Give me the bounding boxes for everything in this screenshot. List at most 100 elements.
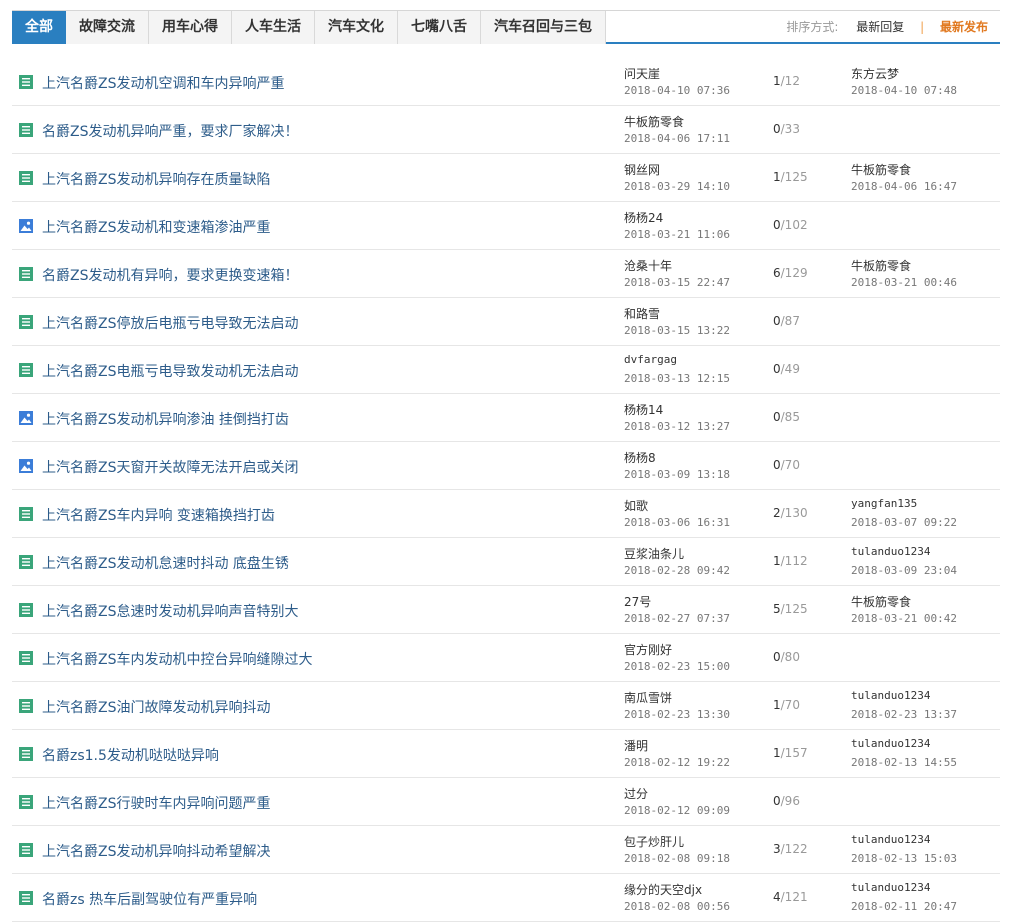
topic-title-link[interactable]: 上汽名爵ZS停放后电瓶亏电导致无法启动 xyxy=(42,313,298,333)
reply-count: 0 xyxy=(773,122,781,136)
topic-row: 名爵ZS发动机异响严重，要求厂家解决！ 牛板筋零食 2018-04-06 17:11… xyxy=(12,106,1000,154)
last-reply-user-link[interactable]: yangfan135 xyxy=(851,497,917,510)
topic-author-link[interactable]: 杨杨14 xyxy=(624,401,663,418)
reply-view-count: 2/130 xyxy=(773,506,808,520)
reply-view-count: 0/49 xyxy=(773,362,800,376)
view-count: /70 xyxy=(780,698,800,712)
reply-view-count: 1/12 xyxy=(773,74,800,88)
last-reply-date: 2018-03-09 23:04 xyxy=(851,564,957,577)
text-doc-icon xyxy=(18,602,34,618)
last-reply-user-link[interactable]: 牛板筋零食 xyxy=(851,161,911,178)
last-reply-date: 2018-04-06 16:47 xyxy=(851,180,957,193)
last-reply-user-link[interactable]: tulanduo1234 xyxy=(851,833,930,846)
last-reply-user-link[interactable]: tulanduo1234 xyxy=(851,737,930,750)
topic-title-link[interactable]: 上汽名爵ZS油门故障发动机异响抖动 xyxy=(42,697,270,717)
topic-author-link[interactable]: 和路雪 xyxy=(624,305,660,322)
view-count: /129 xyxy=(780,266,808,280)
topic-author-link[interactable]: 问天崖 xyxy=(624,65,660,82)
topic-post-date: 2018-02-23 13:30 xyxy=(624,708,730,721)
topic-title-link[interactable]: 名爵zs1.5发动机哒哒哒异响 xyxy=(42,745,219,765)
topic-title-link[interactable]: 上汽名爵ZS怠速时发动机异响声音特别大 xyxy=(42,601,298,621)
topic-title-link[interactable]: 名爵ZS发动机有异响，要求更换变速箱！ xyxy=(42,265,298,285)
topic-title-link[interactable]: 上汽名爵ZS发动机异响渗油 挂倒挡打齿 xyxy=(42,409,289,429)
topic-title-link[interactable]: 上汽名爵ZS发动机空调和车内异响严重 xyxy=(42,73,284,93)
topic-author-link[interactable]: 豆浆油条儿 xyxy=(624,545,684,562)
text-doc-icon xyxy=(18,362,34,378)
text-doc-icon xyxy=(18,842,34,858)
category-tab-bar: 全部 故障交流 用车心得 人车生活 汽车文化 七嘴八舌 汽车召回与三包 排序方式: 最新回复… xyxy=(12,10,1000,44)
topic-row: 上汽名爵ZS发动机怠速时抖动 底盘生锈 豆浆油条儿 2018-02-28 09:42… xyxy=(12,538,1000,586)
topic-title-link[interactable]: 上汽名爵ZS行驶时车内异响问题严重 xyxy=(42,793,270,813)
topic-post-date: 2018-03-15 13:22 xyxy=(624,324,730,337)
topic-author-link[interactable]: 缘分的天空djx xyxy=(624,881,702,898)
sort-divider: | xyxy=(920,20,925,34)
sort-latest-post-button[interactable]: 最新发布 xyxy=(940,20,988,34)
view-count: /33 xyxy=(780,122,800,136)
topic-author-link[interactable]: 南瓜雪饼 xyxy=(624,689,672,706)
topic-title-link[interactable]: 上汽名爵ZS车内异响 变速箱换挡打齿 xyxy=(42,505,275,525)
topic-author-link[interactable]: 如歌 xyxy=(624,497,648,514)
tab-1[interactable]: 故障交流 xyxy=(66,11,149,44)
text-doc-icon xyxy=(18,122,34,138)
topic-author-link[interactable]: 包子炒肝儿 xyxy=(624,833,684,850)
topic-author-link[interactable]: 27号 xyxy=(624,593,651,610)
reply-view-count: 3/122 xyxy=(773,842,808,856)
tab-2[interactable]: 用车心得 xyxy=(149,11,232,44)
topic-title-link[interactable]: 上汽名爵ZS车内发动机中控台异响缝隙过大 xyxy=(42,649,312,669)
topic-title-link[interactable]: 上汽名爵ZS发动机异响抖动希望解决 xyxy=(42,841,270,861)
tab-3[interactable]: 人车生活 xyxy=(232,11,315,44)
view-count: /96 xyxy=(780,794,800,808)
view-count: /70 xyxy=(780,458,800,472)
topic-author-link[interactable]: 官方刚好 xyxy=(624,641,672,658)
topic-author-link[interactable]: 过分 xyxy=(624,785,648,802)
view-count: /130 xyxy=(780,506,808,520)
text-doc-icon xyxy=(18,746,34,762)
topic-post-date: 2018-03-29 14:10 xyxy=(624,180,730,193)
last-reply-user-link[interactable]: tulanduo1234 xyxy=(851,545,930,558)
reply-count: 0 xyxy=(773,410,781,424)
topic-author-link[interactable]: 杨杨24 xyxy=(624,209,663,226)
topic-title-link[interactable]: 上汽名爵ZS电瓶亏电导致发动机无法启动 xyxy=(42,361,298,381)
category-tabs: 全部 故障交流 用车心得 人车生活 汽车文化 七嘴八舌 汽车召回与三包 xyxy=(12,11,606,44)
topic-title-link[interactable]: 名爵ZS发动机异响严重，要求厂家解决！ xyxy=(42,121,298,141)
view-count: /122 xyxy=(780,842,808,856)
topic-author-link[interactable]: 潘明 xyxy=(624,737,648,754)
reply-view-count: 0/80 xyxy=(773,650,800,664)
reply-count: 0 xyxy=(773,362,781,376)
topic-author-link[interactable]: dvfargag xyxy=(624,353,677,366)
topic-author-link[interactable]: 钢丝网 xyxy=(624,161,660,178)
text-doc-icon xyxy=(18,314,34,330)
topic-row: 上汽名爵ZS怠速时发动机异响声音特别大 27号 2018-02-27 07:37 5/… xyxy=(12,586,1000,634)
last-reply-user-link[interactable]: 东方云梦 xyxy=(851,65,899,82)
last-reply-user-link[interactable]: 牛板筋零食 xyxy=(851,257,911,274)
reply-view-count: 1/125 xyxy=(773,170,808,184)
tab-0[interactable]: 全部 xyxy=(12,11,66,44)
topic-title-link[interactable]: 上汽名爵ZS发动机怠速时抖动 底盘生锈 xyxy=(42,553,289,573)
topic-title-link[interactable]: 名爵zs 热车后副驾驶位有严重异响 xyxy=(42,889,257,909)
last-reply-user-link[interactable]: tulanduo1234 xyxy=(851,689,930,702)
tab-5[interactable]: 七嘴八舌 xyxy=(398,11,481,44)
topic-author-link[interactable]: 牛板筋零食 xyxy=(624,113,684,130)
last-reply-date: 2018-03-07 09:22 xyxy=(851,516,957,529)
reply-view-count: 1/70 xyxy=(773,698,800,712)
sort-latest-reply-button[interactable]: 最新回复 xyxy=(856,20,904,34)
reply-count: 1 xyxy=(773,698,781,712)
topic-post-date: 2018-03-15 22:47 xyxy=(624,276,730,289)
topic-post-date: 2018-03-06 16:31 xyxy=(624,516,730,529)
topic-author-link[interactable]: 杨杨8 xyxy=(624,449,656,466)
last-reply-user-link[interactable]: 牛板筋零食 xyxy=(851,593,911,610)
last-reply-date: 2018-03-21 00:46 xyxy=(851,276,957,289)
topic-post-date: 2018-03-12 13:27 xyxy=(624,420,730,433)
topic-title-link[interactable]: 上汽名爵ZS发动机和变速箱渗油严重 xyxy=(42,217,270,237)
text-doc-icon xyxy=(18,74,34,90)
tab-6[interactable]: 汽车召回与三包 xyxy=(481,11,606,44)
topic-title-link[interactable]: 上汽名爵ZS天窗开关故障无法开启或关闭 xyxy=(42,457,298,477)
topic-author-link[interactable]: 沧桑十年 xyxy=(624,257,672,274)
text-doc-icon xyxy=(18,650,34,666)
topic-title-link[interactable]: 上汽名爵ZS发动机异响存在质量缺陷 xyxy=(42,169,270,189)
image-icon xyxy=(18,458,34,474)
tab-4[interactable]: 汽车文化 xyxy=(315,11,398,44)
last-reply-user-link[interactable]: tulanduo1234 xyxy=(851,881,930,894)
text-doc-icon xyxy=(18,794,34,810)
last-reply-date: 2018-04-10 07:48 xyxy=(851,84,957,97)
